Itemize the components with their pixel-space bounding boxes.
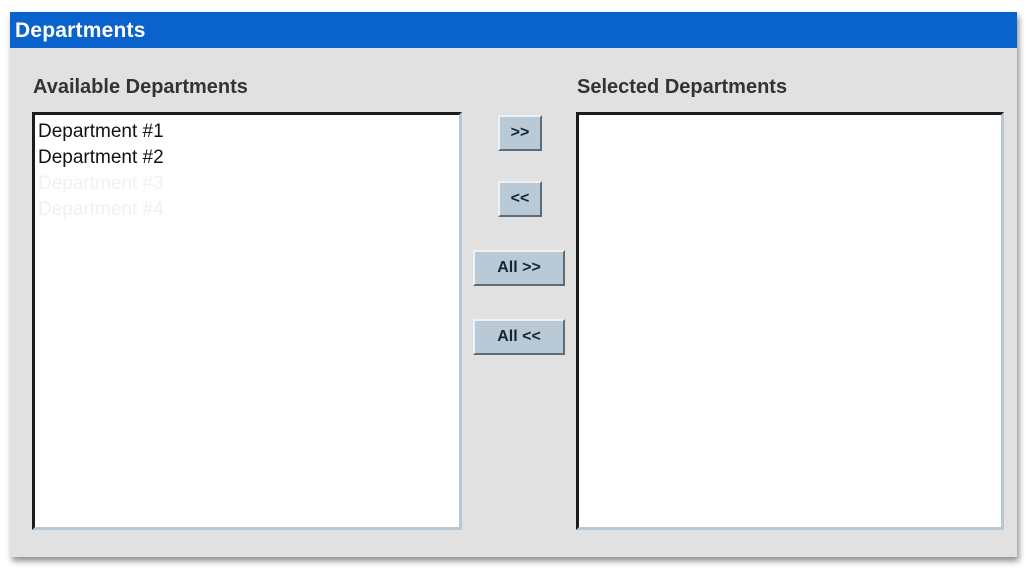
available-departments-label: Available Departments [33,76,248,98]
add-selected-button[interactable]: >> [498,115,542,151]
add-all-button[interactable]: All >> [473,250,565,286]
faded-list-item: Department #3 [38,173,164,194]
departments-panel: Departments Available Departments Select… [10,12,1017,557]
selected-departments-list[interactable] [576,112,1004,530]
remove-all-button[interactable]: All << [473,319,565,355]
panel-title-bar: Departments [10,12,1017,48]
selected-departments-label: Selected Departments [577,76,788,98]
panel-title: Departments [15,19,146,42]
available-departments-list[interactable]: Department #1 Department #2 Department #… [32,112,462,530]
remove-selected-button[interactable]: << [498,181,542,217]
list-item[interactable]: Department #2 [38,145,456,171]
faded-list-item: Department #4 [38,199,164,220]
list-item[interactable]: Department #1 [38,119,456,145]
